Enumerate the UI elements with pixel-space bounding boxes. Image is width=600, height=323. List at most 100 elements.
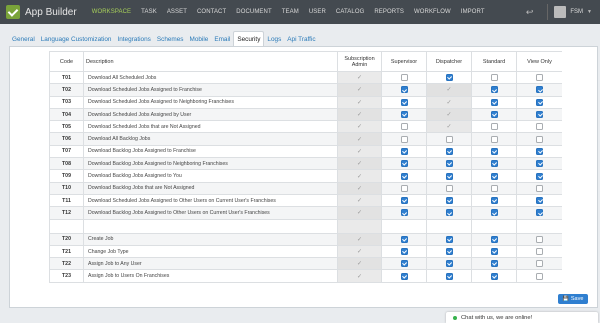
checkbox-checked[interactable] xyxy=(490,260,498,268)
checkbox-unchecked[interactable] xyxy=(536,260,543,268)
avatar[interactable] xyxy=(554,6,567,18)
tab-language-customization[interactable]: Language Customization xyxy=(38,33,115,47)
tab-logs[interactable]: Logs xyxy=(264,33,284,47)
tab-integrations[interactable]: Integrations xyxy=(114,33,153,47)
checkbox-unchecked[interactable] xyxy=(536,184,543,192)
checkbox-checked[interactable] xyxy=(400,235,408,243)
back-arrow-icon[interactable]: ↩ xyxy=(526,7,534,18)
checkbox-unchecked[interactable] xyxy=(445,184,453,192)
nav-item-workflow[interactable]: WORKFLOW xyxy=(409,0,456,24)
user-name[interactable]: FSM xyxy=(570,9,583,15)
save-button[interactable]: 💾 Save xyxy=(558,294,588,304)
checkbox-checked[interactable] xyxy=(400,98,408,106)
checkbox-checked[interactable] xyxy=(536,172,543,180)
permission-cell xyxy=(516,83,562,97)
checkbox-checked[interactable] xyxy=(490,86,498,94)
chevron-down-icon[interactable]: ▼ xyxy=(587,9,592,15)
checkbox-checked[interactable] xyxy=(490,111,498,119)
checkbox-checked[interactable] xyxy=(490,98,498,106)
checkbox-checked[interactable] xyxy=(490,172,498,180)
row-code: T21 xyxy=(49,244,84,259)
permission-cell: ✓ xyxy=(337,181,382,195)
checkbox-checked[interactable] xyxy=(536,147,543,155)
tab-security[interactable]: Security xyxy=(233,31,265,47)
checkbox-unchecked[interactable] xyxy=(445,135,453,143)
checkbox-checked[interactable] xyxy=(536,197,543,205)
checkbox-checked[interactable] xyxy=(445,272,453,280)
checkbox-checked[interactable] xyxy=(536,209,543,217)
checkbox-checked[interactable] xyxy=(536,160,543,168)
checkbox-checked[interactable] xyxy=(490,248,498,255)
checkbox-checked[interactable] xyxy=(490,272,498,280)
checkbox-checked[interactable] xyxy=(400,209,408,217)
checkbox-checked[interactable] xyxy=(445,147,453,155)
checkbox-checked[interactable] xyxy=(445,248,453,255)
checkbox-unchecked[interactable] xyxy=(536,235,543,243)
checkbox-checked[interactable] xyxy=(536,98,543,106)
checkbox-checked[interactable] xyxy=(445,172,453,180)
checkbox-unchecked[interactable] xyxy=(400,184,408,192)
checkbox-checked[interactable] xyxy=(400,111,408,119)
nav-item-user[interactable]: USER xyxy=(304,0,331,24)
permission-cell xyxy=(516,157,562,171)
nav-item-document[interactable]: DOCUMENT xyxy=(231,0,276,24)
checkbox-unchecked[interactable] xyxy=(536,135,543,143)
checkbox-checked[interactable] xyxy=(536,111,543,119)
checkbox-checked[interactable] xyxy=(490,235,498,243)
checkbox-unchecked[interactable] xyxy=(490,135,498,143)
checkbox-checked[interactable] xyxy=(445,209,453,217)
nav-item-workspace[interactable]: WORKSPACE xyxy=(87,0,136,24)
chat-widget[interactable]: Chat with us, we are online! xyxy=(446,312,598,323)
permission-cell: ✓ xyxy=(337,244,382,259)
checkbox-checked[interactable] xyxy=(490,147,498,155)
checkbox-checked[interactable] xyxy=(400,272,408,280)
checkbox-unchecked[interactable] xyxy=(536,123,543,131)
checkbox-unchecked[interactable] xyxy=(490,184,498,192)
checkbox-checked[interactable] xyxy=(536,86,543,94)
checkbox-checked[interactable] xyxy=(400,147,408,155)
tab-api-traffic[interactable]: Api Traffic xyxy=(284,33,318,47)
checkbox-unchecked[interactable] xyxy=(490,74,498,82)
save-icon: 💾 xyxy=(562,296,569,302)
checkbox-unchecked[interactable] xyxy=(536,74,543,82)
checkbox-checked[interactable] xyxy=(445,260,453,268)
checkbox-unchecked[interactable] xyxy=(536,248,543,255)
checkbox-checked[interactable] xyxy=(445,74,453,82)
checkbox-checked[interactable] xyxy=(400,248,408,255)
checkbox-checked[interactable] xyxy=(490,197,498,205)
checkbox-unchecked[interactable] xyxy=(490,123,498,131)
checkbox-unchecked[interactable] xyxy=(400,123,408,131)
permission-cell xyxy=(516,120,562,134)
tab-mobile[interactable]: Mobile xyxy=(187,33,212,47)
permission-cell xyxy=(426,157,472,171)
nav-item-catalog[interactable]: CATALOG xyxy=(331,0,369,24)
checkbox-checked[interactable] xyxy=(445,160,453,168)
checkbox-checked[interactable] xyxy=(400,260,408,268)
tab-general[interactable]: General xyxy=(9,33,38,47)
nav-item-task[interactable]: TASK xyxy=(136,0,162,24)
nav-item-reports[interactable]: REPORTS xyxy=(369,0,409,24)
permission-cell: ✓ xyxy=(337,107,382,122)
nav-item-import[interactable]: IMPORT xyxy=(456,0,490,24)
checkbox-unchecked[interactable] xyxy=(536,272,543,280)
vertical-scrollbar[interactable] xyxy=(558,51,561,291)
checkbox-checked[interactable] xyxy=(400,197,408,205)
nav-item-asset[interactable]: ASSET xyxy=(162,0,192,24)
checkbox-checked[interactable] xyxy=(490,160,498,168)
permission-cell xyxy=(516,95,562,109)
checkbox-checked[interactable] xyxy=(400,172,408,180)
tab-schemes[interactable]: Schemes xyxy=(154,33,187,47)
checkbox-unchecked[interactable] xyxy=(400,74,408,82)
checkbox-checked[interactable] xyxy=(400,86,408,94)
column-header: Supervisor xyxy=(381,51,427,72)
checkbox-checked[interactable] xyxy=(445,235,453,243)
checkmark-icon: ✓ xyxy=(356,173,363,180)
checkbox-checked[interactable] xyxy=(400,160,408,168)
nav-item-team[interactable]: TEAM xyxy=(277,0,304,24)
checkbox-unchecked[interactable] xyxy=(400,135,408,143)
checkbox-checked[interactable] xyxy=(490,209,498,217)
tab-email[interactable]: Email xyxy=(211,33,233,47)
nav-item-contact[interactable]: CONTACT xyxy=(192,0,231,24)
checkbox-checked[interactable] xyxy=(445,197,453,205)
row-description: Create Job xyxy=(83,232,338,246)
